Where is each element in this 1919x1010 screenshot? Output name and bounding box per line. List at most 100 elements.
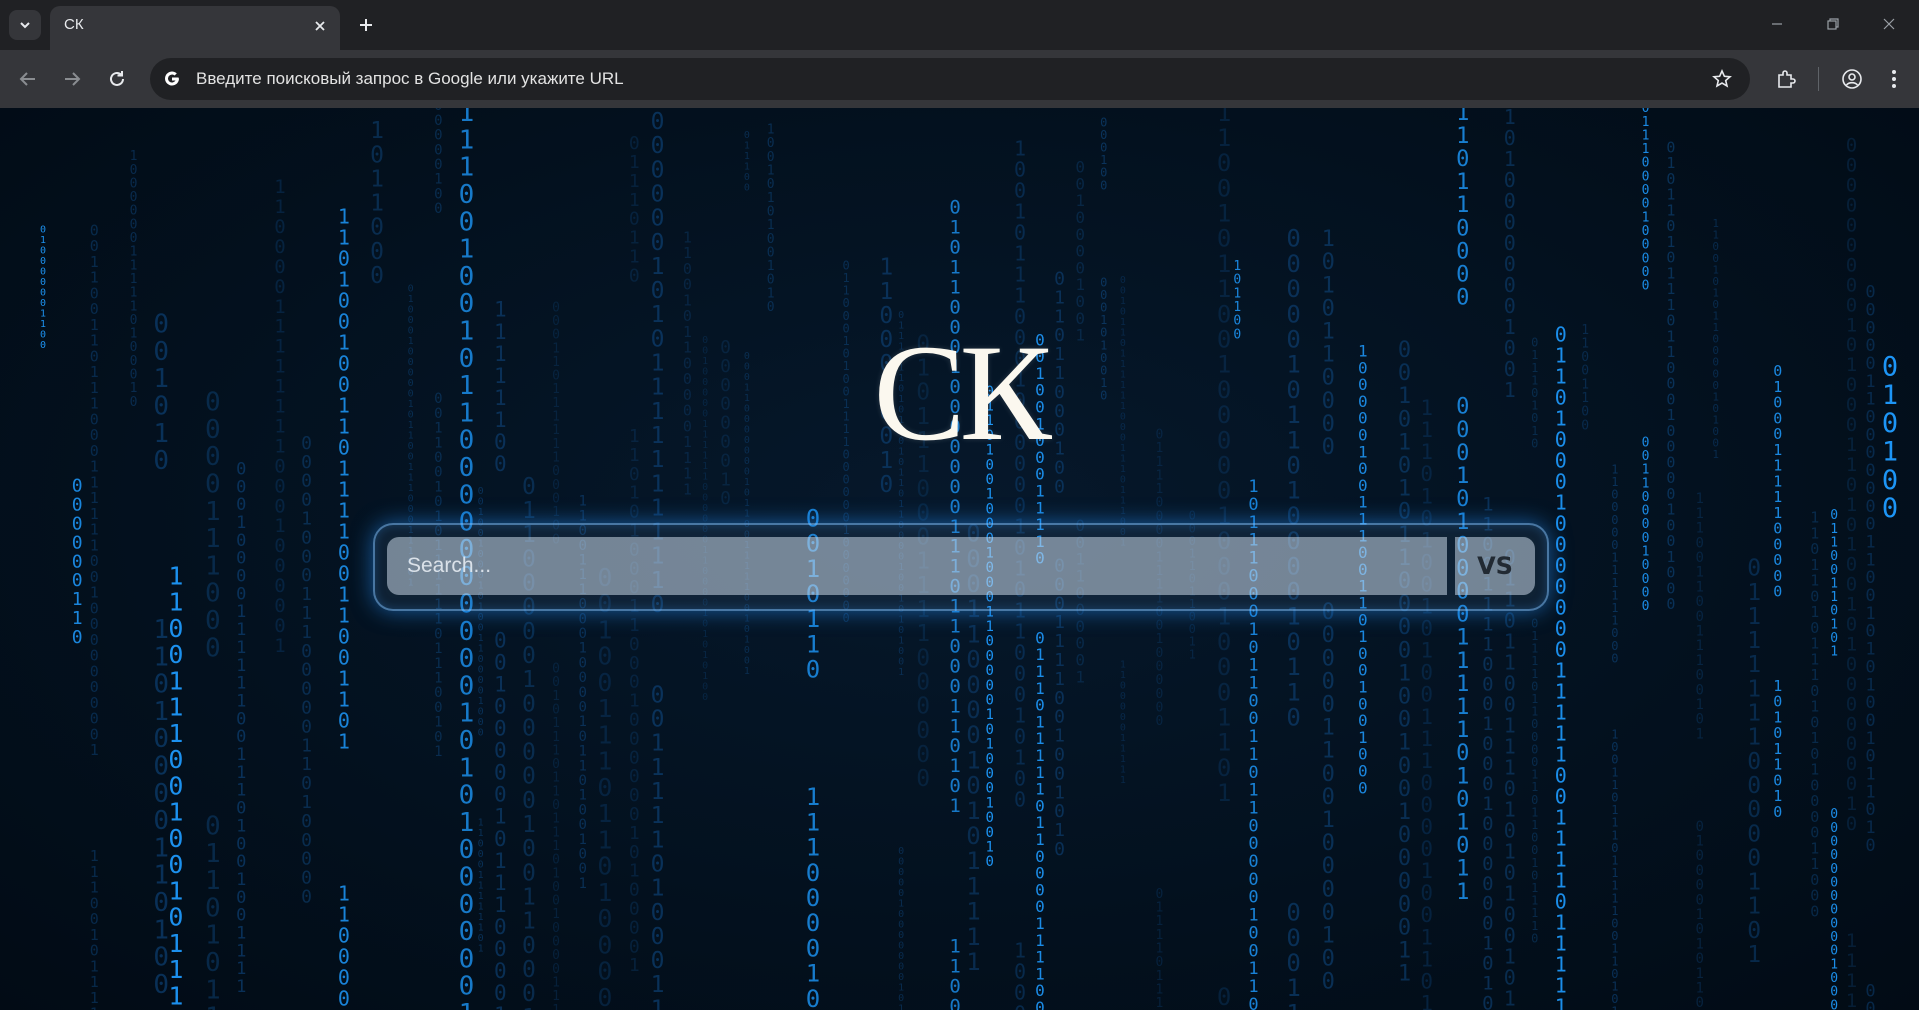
- profile-button[interactable]: [1838, 65, 1866, 93]
- svg-text:0: 0: [1100, 178, 1107, 192]
- svg-text:0: 0: [1398, 638, 1411, 663]
- svg-text:0: 0: [949, 775, 960, 797]
- svg-text:1: 1: [1217, 779, 1231, 807]
- new-tab-button[interactable]: [353, 12, 379, 38]
- svg-text:1: 1: [301, 792, 312, 813]
- svg-text:0: 0: [40, 225, 46, 236]
- svg-text:0: 0: [370, 142, 384, 168]
- window-close-button[interactable]: [1874, 10, 1904, 38]
- search-button[interactable]: VS: [1455, 537, 1535, 595]
- svg-text:1: 1: [1846, 793, 1857, 815]
- svg-text:0: 0: [1846, 254, 1857, 276]
- tab-search-button[interactable]: [9, 10, 41, 40]
- svg-text:0: 0: [1747, 918, 1761, 944]
- svg-text:1: 1: [274, 635, 285, 657]
- svg-text:0: 0: [629, 766, 640, 787]
- back-button[interactable]: [14, 65, 42, 93]
- bookmark-button[interactable]: [1710, 67, 1734, 91]
- svg-text:1: 1: [985, 737, 993, 753]
- svg-text:1: 1: [168, 693, 183, 722]
- svg-text:0: 0: [985, 825, 993, 841]
- svg-text:1: 1: [1695, 980, 1703, 996]
- svg-text:0: 0: [1120, 275, 1126, 286]
- address-bar[interactable]: Введите поисковый запрос в Google или ук…: [150, 58, 1750, 100]
- svg-text:0: 0: [1695, 951, 1703, 967]
- svg-text:0: 0: [301, 679, 312, 700]
- svg-text:1: 1: [651, 827, 665, 853]
- svg-text:0: 0: [1420, 969, 1433, 993]
- svg-text:0: 0: [1217, 477, 1231, 505]
- svg-text:1: 1: [90, 741, 99, 759]
- svg-text:0: 0: [1217, 678, 1231, 706]
- svg-text:0: 0: [629, 899, 640, 920]
- svg-text:0: 0: [494, 628, 507, 652]
- svg-text:0: 0: [168, 640, 183, 669]
- svg-text:0: 0: [1420, 903, 1433, 927]
- svg-text:0: 0: [153, 970, 169, 1000]
- svg-text:1: 1: [1695, 966, 1703, 982]
- svg-text:1: 1: [459, 999, 475, 1010]
- svg-text:1: 1: [744, 614, 750, 625]
- svg-text:0: 0: [301, 773, 312, 794]
- svg-text:0: 0: [370, 263, 384, 289]
- minimize-button[interactable]: [1762, 10, 1792, 38]
- svg-text:0: 0: [40, 288, 46, 299]
- svg-text:0: 0: [579, 670, 587, 686]
- search-input[interactable]: [387, 537, 1447, 595]
- svg-text:1: 1: [651, 803, 665, 829]
- svg-text:1: 1: [1456, 718, 1469, 743]
- svg-text:0: 0: [1830, 998, 1838, 1010]
- svg-text:0: 0: [1054, 839, 1065, 860]
- svg-text:1: 1: [597, 720, 612, 749]
- svg-text:0: 0: [522, 643, 536, 669]
- svg-text:0: 0: [898, 488, 904, 499]
- svg-text:1: 1: [806, 808, 820, 836]
- svg-text:0: 0: [579, 685, 587, 701]
- svg-text:0: 0: [1398, 777, 1411, 802]
- svg-text:1: 1: [205, 921, 221, 951]
- tab-close-button[interactable]: [310, 16, 330, 36]
- svg-text:1: 1: [1120, 506, 1126, 517]
- active-tab[interactable]: СК: [50, 6, 340, 50]
- svg-text:1: 1: [806, 630, 820, 658]
- svg-text:0: 0: [478, 486, 484, 497]
- reload-button[interactable]: [103, 65, 131, 93]
- svg-text:0: 0: [1398, 823, 1411, 848]
- svg-text:0: 0: [205, 606, 221, 636]
- svg-text:1: 1: [898, 499, 904, 510]
- svg-text:1: 1: [1120, 754, 1126, 765]
- svg-text:0: 0: [1846, 215, 1857, 237]
- extensions-button[interactable]: [1772, 65, 1800, 93]
- svg-text:0: 0: [1054, 707, 1065, 728]
- svg-text:1: 1: [478, 880, 484, 891]
- svg-text:1: 1: [1456, 764, 1469, 789]
- svg-text:1: 1: [72, 589, 83, 610]
- svg-text:1: 1: [1120, 485, 1126, 496]
- menu-button[interactable]: [1880, 65, 1908, 93]
- svg-text:0: 0: [1322, 970, 1335, 995]
- svg-text:1: 1: [597, 747, 612, 776]
- svg-text:0: 0: [1322, 623, 1335, 648]
- svg-text:0: 0: [1248, 995, 1258, 1010]
- svg-text:0: 0: [1846, 234, 1857, 256]
- minimize-icon: [1772, 23, 1782, 25]
- svg-text:1: 1: [898, 614, 904, 625]
- svg-text:0: 0: [1642, 599, 1650, 614]
- svg-text:0: 0: [629, 653, 640, 674]
- svg-text:0: 0: [842, 611, 849, 625]
- svg-text:0: 0: [1695, 848, 1703, 864]
- svg-text:0: 0: [702, 640, 708, 651]
- forward-button[interactable]: [58, 65, 86, 93]
- svg-text:0: 0: [153, 888, 169, 918]
- svg-text:0: 0: [629, 502, 640, 523]
- svg-text:0: 0: [1882, 493, 1898, 524]
- svg-text:1: 1: [1217, 704, 1231, 732]
- restore-button[interactable]: [1818, 10, 1848, 38]
- svg-text:1: 1: [629, 247, 640, 268]
- svg-text:1: 1: [434, 641, 442, 657]
- svg-text:0: 0: [478, 706, 484, 717]
- svg-text:0: 0: [301, 830, 312, 851]
- svg-text:0: 0: [597, 852, 612, 881]
- svg-text:1: 1: [301, 603, 312, 624]
- svg-text:1: 1: [651, 996, 665, 1010]
